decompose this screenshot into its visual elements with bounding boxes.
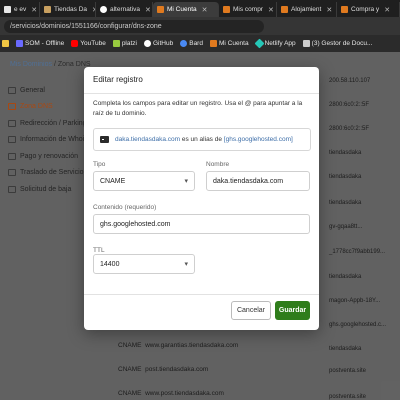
close-icon[interactable]: ✕ [145,6,151,14]
cancel-button[interactable]: Cancelar [231,301,271,320]
github-icon [144,40,151,47]
tab-favicon-icon [44,6,51,13]
bookmark-github[interactable]: GitHub [144,40,173,47]
tab-bar: e ev✕ Tiendas Da✕ alternativa✕ Mi Cuenta… [0,0,400,17]
bookmark-bard[interactable]: Bard [180,40,203,47]
alias-info-box: daka.tiendasdaka.com es un alias de [ghs… [93,128,311,151]
tab-favicon-icon [341,6,348,13]
bookmark-gestor[interactable]: (3) Gestor de Docu... [302,40,372,47]
edit-record-dialog: Editar registro Completa los campos para… [84,67,319,330]
dialog-title: Editar registro [93,75,143,84]
address-bar: /servicios/dominios/1551166/configurar/d… [0,17,400,35]
divider [84,93,319,94]
browser-tab[interactable]: e ev ✕ [0,2,40,17]
browser-tab-active[interactable]: Mi Cuenta ✕ [153,2,219,17]
bookmarks-bar: SOM - Offline YouTube platzi GitHub Bard… [0,35,400,52]
close-icon[interactable]: ✕ [326,6,332,14]
tab-favicon-icon [4,6,11,13]
bookmark-mi-cuenta[interactable]: Mi Cuenta [209,40,249,47]
browser-tab[interactable]: Mis compr ✕ [219,2,277,17]
bard-icon [180,40,188,47]
alias-target: [ghs.googlehosted.com] [223,136,293,143]
som-icon [16,40,23,47]
chevron-down-icon: ▾ [184,261,188,268]
bookmark-folder[interactable] [2,40,9,47]
nombre-label: Nombre [206,161,230,168]
browser-tab[interactable]: Tiendas Da✕ [40,2,96,17]
nombre-input[interactable]: daka.tiendasdaka.com [206,171,310,191]
bookmark-youtube[interactable]: YouTube [71,40,106,47]
ttl-select[interactable]: 14400 ▾ [93,254,195,274]
close-icon[interactable]: ✕ [202,6,208,14]
tab-favicon-icon [223,6,230,13]
url-field[interactable]: /servicios/dominios/1551166/configurar/d… [4,19,264,33]
chevron-down-icon: ▾ [184,178,188,185]
tab-favicon-icon [157,6,164,13]
tipo-select[interactable]: CNAME ▾ [93,171,195,191]
contenido-input[interactable]: ghs.googlehosted.com [93,214,310,234]
folder-icon [2,40,9,47]
server-icon [100,136,109,143]
tab-favicon-icon [281,6,288,13]
tipo-label: Tipo [93,161,106,168]
ttl-label: TTL [93,247,105,254]
youtube-icon [71,40,79,47]
bookmark-som[interactable]: SOM - Offline [16,40,64,47]
browser-tab[interactable]: alternativa ✕ [96,2,153,17]
platzi-icon [112,40,120,47]
close-icon[interactable]: ✕ [384,6,390,14]
bookmark-netlify[interactable]: Netlify App [254,38,296,49]
doc-icon [302,40,310,47]
browser-tab[interactable]: Alojamient ✕ [277,2,337,17]
netlify-icon [254,38,265,49]
save-button[interactable]: Guardar [275,301,310,320]
divider [84,294,319,295]
tab-favicon-icon [100,6,107,13]
browser-tab[interactable]: Compra y ✕ [337,2,400,17]
alias-host: daka.tiendasdaka.com [115,136,181,143]
alias-text: es un alias de [180,136,224,143]
dh-icon [209,40,217,47]
dialog-description: Completa los campos para editar un regis… [93,100,303,117]
close-icon[interactable]: ✕ [31,6,37,14]
contenido-label: Contenido (requerido) [93,204,157,211]
bookmark-platzi[interactable]: platzi [112,40,137,47]
close-icon[interactable]: ✕ [268,6,274,14]
